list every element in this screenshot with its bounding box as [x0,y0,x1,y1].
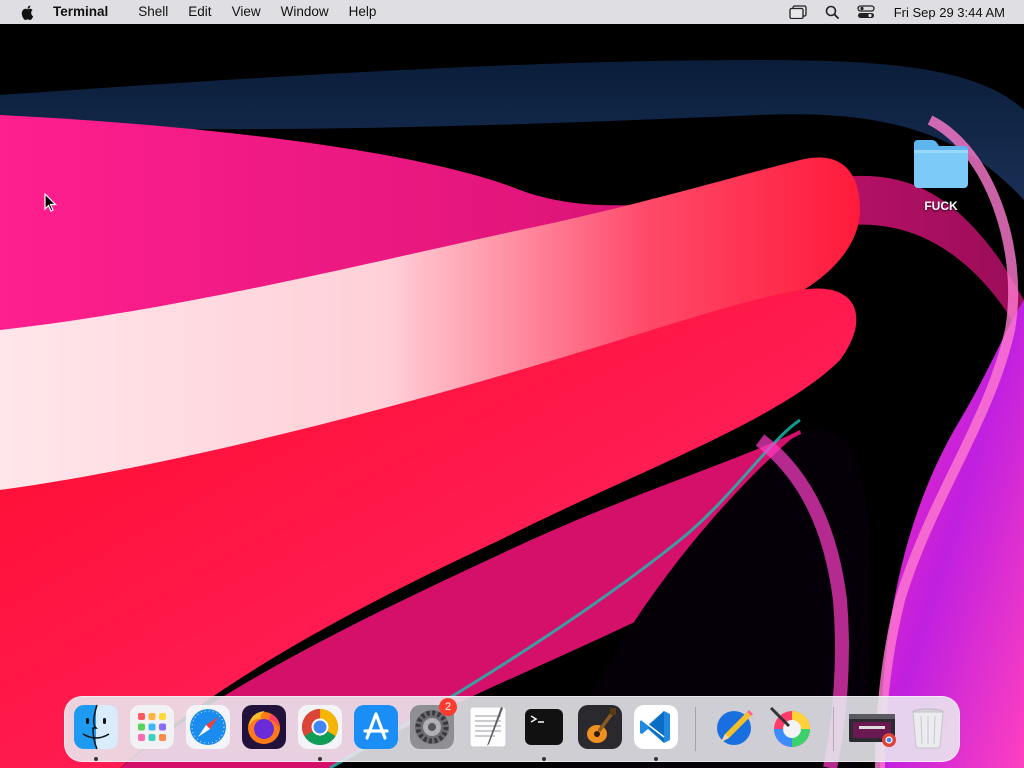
dock: 2 [64,696,960,762]
garageband-guitar-icon [578,705,622,749]
chrome-icon [298,705,342,749]
firefox-icon [242,705,286,749]
dock-trash[interactable] [905,704,951,750]
trash-icon [912,708,944,749]
menu-edit[interactable]: Edit [178,0,221,24]
desktop-folder-label: FUCK [924,199,958,213]
menu-help[interactable]: Help [339,0,387,24]
display-icon[interactable] [788,3,808,21]
dock-app-vscode[interactable] [633,704,679,750]
dock-app-pencil[interactable] [711,704,757,750]
safari-icon [186,705,230,749]
apple-menu-icon[interactable] [20,4,36,20]
app-store-icon [354,705,398,749]
dock-app-app-store[interactable] [353,704,399,750]
dock-app-finder[interactable] [73,704,119,750]
app-menu-terminal[interactable]: Terminal [53,0,118,24]
launchpad-icon [130,705,174,749]
mouse-cursor-icon [44,193,57,212]
dock-separator [833,707,834,751]
dock-separator [695,707,696,751]
dock-app-terminal[interactable] [521,704,567,750]
notification-badge: 2 [439,698,457,716]
dock-minimized-chrome-window[interactable] [847,704,897,750]
search-icon[interactable] [822,3,842,21]
dock-app-color-picker[interactable] [767,704,813,750]
running-indicator [542,757,546,761]
dock-app-firefox[interactable] [241,704,287,750]
control-center-icon[interactable] [856,3,876,21]
textedit-icon [469,706,507,748]
dock-app-launchpad[interactable] [129,704,175,750]
running-indicator [94,757,98,761]
color-wheel-icon [769,706,810,747]
pencil-icon [717,710,753,745]
dock-app-system-settings[interactable]: 2 [409,698,457,750]
dock-app-safari[interactable] [185,704,231,750]
dock-app-textedit[interactable] [465,704,511,750]
menu-window[interactable]: Window [271,0,339,24]
menu-view[interactable]: View [222,0,271,24]
minimized-window-thumbnail-icon [849,714,896,747]
desktop-wallpaper [0,0,1024,768]
vscode-icon [634,705,678,749]
menu-shell[interactable]: Shell [128,0,178,24]
dock-app-chrome[interactable] [297,704,343,750]
terminal-icon [523,707,565,747]
menu-bar: Terminal Shell Edit View Window Help Fri… [0,0,1024,24]
desktop-folder[interactable]: FUCK [906,136,976,213]
folder-icon [914,140,968,188]
finder-icon [74,704,118,750]
running-indicator [318,757,322,761]
running-indicator [654,757,658,761]
dock-app-garageband[interactable] [577,704,623,750]
menu-bar-clock[interactable]: Fri Sep 29 3:44 AM [894,5,1005,20]
